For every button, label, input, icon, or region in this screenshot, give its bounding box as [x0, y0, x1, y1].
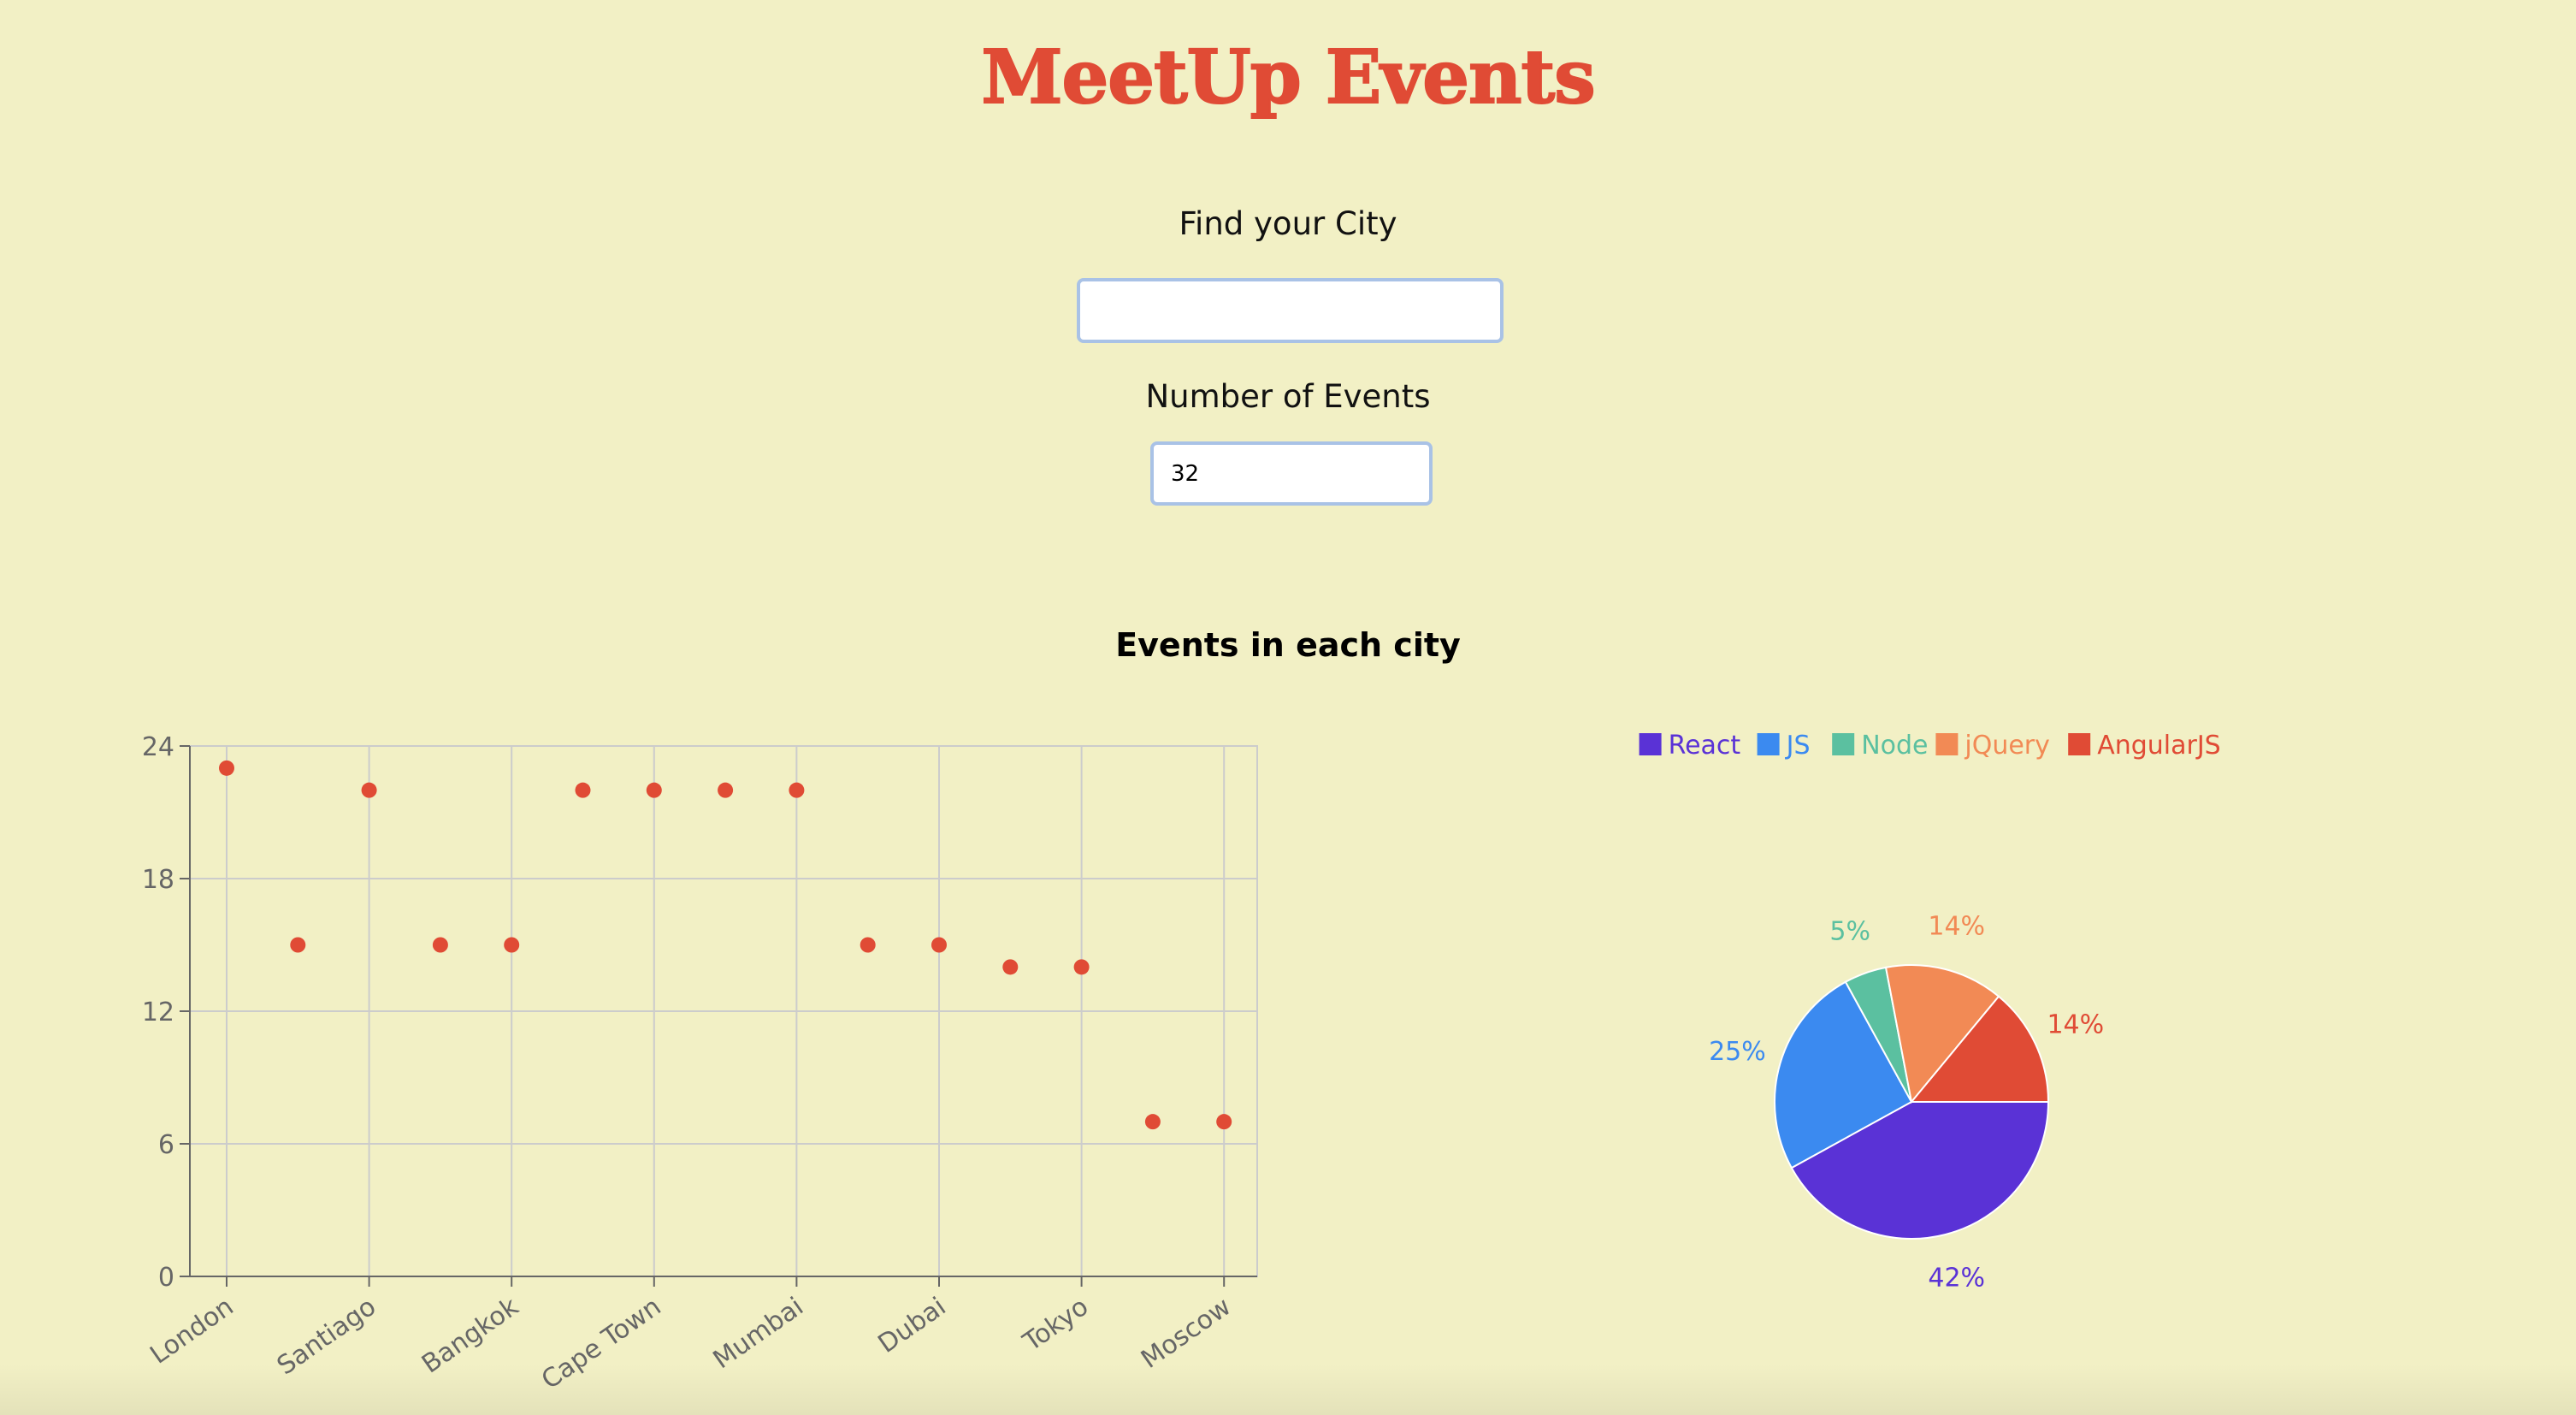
legend-swatch: [1935, 733, 1959, 755]
number-of-events-input[interactable]: [1150, 441, 1433, 506]
y-tick-label: 18: [142, 865, 174, 895]
pie-slice-label: 14%: [1928, 912, 1985, 942]
charts-section-heading: Events in each city: [1115, 626, 1461, 664]
app-title: MeetUp Events: [980, 33, 1596, 121]
pie-slice-label: 5%: [1829, 917, 1870, 947]
x-tick-label: London: [145, 1292, 239, 1371]
scatter-point: [1144, 1114, 1161, 1130]
scatter-point: [290, 937, 306, 953]
x-tick-label: Dubai: [873, 1292, 952, 1359]
legend-swatch: [1757, 733, 1780, 755]
scatter-point: [718, 782, 734, 798]
x-tick-label: Moscow: [1136, 1292, 1237, 1375]
legend-label: jQuery: [1964, 731, 2050, 761]
scatter-point: [219, 760, 234, 776]
y-tick-label: 6: [158, 1130, 174, 1160]
scatter-point: [1216, 1114, 1232, 1130]
legend-label: Node: [1861, 731, 1928, 761]
scatter-point: [789, 782, 805, 798]
pie-slice-label: 14%: [2047, 1010, 2104, 1040]
number-of-events-label: Number of Events: [1145, 378, 1431, 415]
y-tick-label: 12: [142, 998, 174, 1027]
legend-swatch: [1832, 733, 1855, 755]
events-per-city-scatter-chart: 06121824London Santiago Bangkok Cape Town Mu…: [142, 732, 1258, 1395]
bottom-shade: [0, 1364, 2576, 1415]
legend-label: JS: [1785, 731, 1811, 761]
scatter-point: [860, 937, 876, 953]
topic-share-pie-chart: React JS Node jQuery AngularJS 42% 25% 5% 14% 14%: [1639, 731, 2221, 1293]
x-tick-label: Tokyo: [1017, 1292, 1094, 1358]
scatter-point: [361, 782, 377, 798]
scatter-point: [575, 782, 591, 798]
x-tick-label: Mumbai: [708, 1292, 809, 1375]
y-tick-label: 0: [158, 1263, 174, 1293]
pie-slice-label: 42%: [1928, 1263, 1985, 1293]
scatter-point: [1002, 959, 1019, 975]
city-search-input[interactable]: [1077, 278, 1504, 343]
legend-swatch: [2068, 733, 2091, 755]
scatter-point: [931, 937, 947, 953]
scatter-point: [646, 782, 662, 798]
legend-label: React: [1669, 731, 1741, 761]
city-search-label: Find your City: [1179, 205, 1397, 242]
y-tick-label: 24: [142, 732, 174, 762]
pie-slice-label: 25%: [1709, 1037, 1766, 1067]
legend-label: AngularJS: [2097, 731, 2221, 761]
scatter-point: [504, 937, 520, 953]
legend-swatch: [1639, 733, 1662, 755]
scatter-point: [432, 937, 448, 953]
scatter-point: [1073, 959, 1090, 975]
